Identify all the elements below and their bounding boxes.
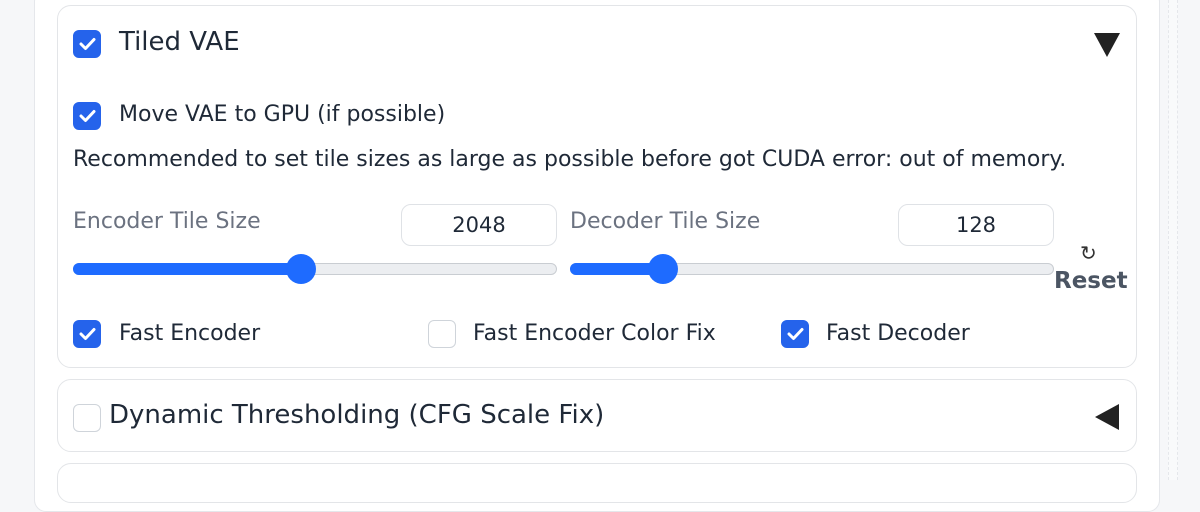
checkmark-icon [79,38,96,50]
fast-encoder-checkbox[interactable] [73,320,101,348]
fast-decoder-checkbox[interactable] [781,320,809,348]
decoder-tile-size-label: Decoder Tile Size [570,209,761,234]
fast-decoder-label[interactable]: Fast Decoder [826,321,970,346]
checkmark-icon [79,328,96,340]
expand-caret-icon[interactable] [1095,404,1119,430]
decoder-tile-size-slider[interactable] [570,254,1054,284]
next-extension-panel [57,463,1137,503]
encoder-tile-size-input[interactable] [401,204,557,246]
fast-encoder-color-fix-label[interactable]: Fast Encoder Color Fix [473,321,716,346]
reset-button[interactable]: Reset [1054,268,1128,294]
move-vae-gpu-checkbox[interactable] [73,102,101,130]
encoder-tile-size-label: Encoder Tile Size [73,209,261,234]
fast-encoder-label[interactable]: Fast Encoder [119,321,260,346]
encoder-tile-size-slider[interactable] [73,254,557,284]
scroll-gutter [1168,0,1178,480]
encoder-slider-fill [73,262,301,275]
checkmark-icon [787,328,804,340]
decoder-slider-thumb[interactable] [647,254,678,284]
move-vae-gpu-label[interactable]: Move VAE to GPU (if possible) [119,102,445,127]
collapse-caret-icon[interactable] [1094,33,1120,57]
tiled-vae-title[interactable]: Tiled VAE [119,27,240,57]
dynamic-thresholding-title[interactable]: Dynamic Thresholding (CFG Scale Fix) [109,400,604,430]
fast-encoder-color-fix-checkbox[interactable] [428,320,456,348]
reset-icon[interactable]: ↻ [1080,241,1097,265]
dynamic-thresholding-panel: Dynamic Thresholding (CFG Scale Fix) [57,379,1137,452]
dynamic-thresholding-enable-checkbox[interactable] [73,404,101,432]
recommendation-note: Recommended to set tile sizes as large a… [73,147,1067,172]
checkmark-icon [79,110,96,122]
tiled-vae-panel: Tiled VAE Move VAE to GPU (if possible) … [57,5,1137,368]
encoder-slider-thumb[interactable] [285,254,316,284]
decoder-tile-size-input[interactable] [898,204,1054,246]
tiled-vae-enable-checkbox[interactable] [73,30,101,58]
